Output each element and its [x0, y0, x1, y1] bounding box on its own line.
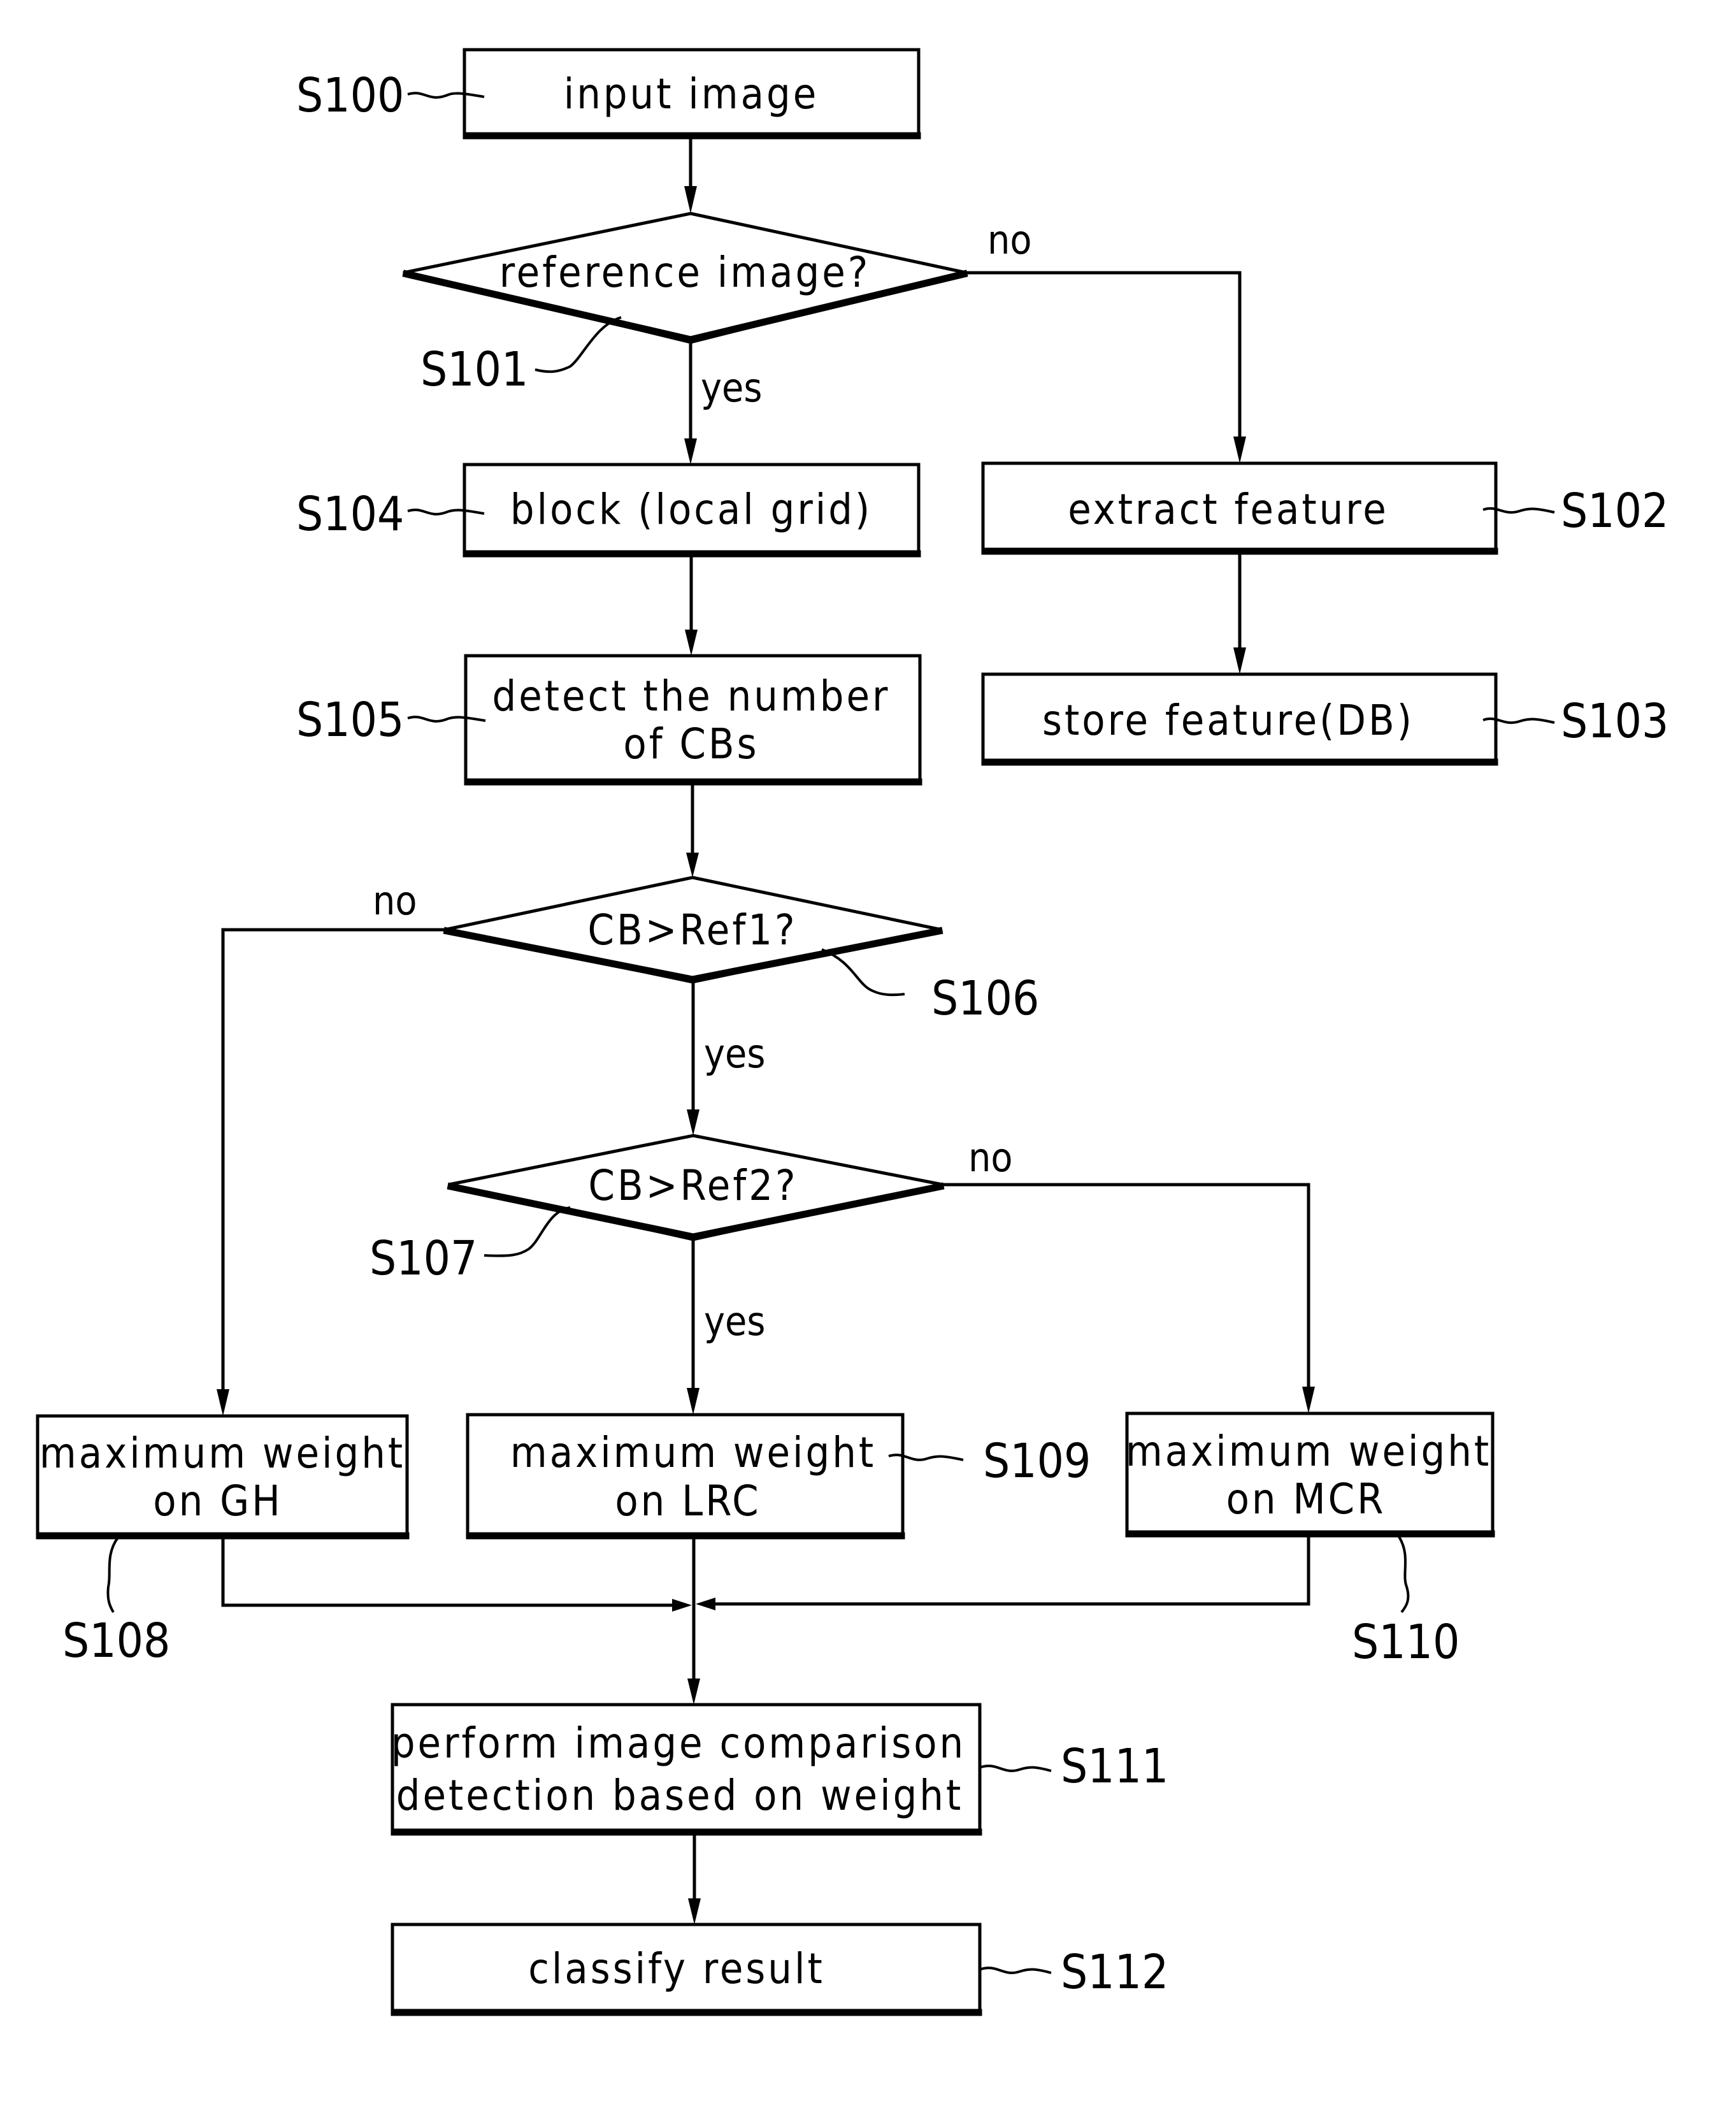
step-text: CB>Ref1?	[588, 906, 798, 955]
step-id-label: S107	[369, 1231, 477, 1286]
arrowhead	[685, 630, 698, 656]
step-s109: maximum weight on LRC S109	[466, 1413, 1091, 1540]
step-id-label: S102	[1561, 484, 1668, 538]
step-s106: CB>Ref1? S106	[443, 876, 1039, 1026]
step-id-label: S105	[296, 693, 404, 747]
step-text: classify result	[528, 1944, 824, 1993]
step-text-line-1: perform image comparison	[391, 1719, 966, 1768]
step-text: CB>Ref2?	[589, 1161, 798, 1210]
leader-line	[106, 1536, 119, 1614]
edge-label-s106-yes: yes	[704, 1030, 765, 1077]
step-id-label: S111	[1061, 1739, 1168, 1794]
step-id-label: S101	[420, 342, 528, 397]
step-text-line-2: of CBs	[623, 719, 759, 769]
edge-label-s107-no: no	[968, 1134, 1012, 1181]
arrowhead	[1233, 437, 1246, 463]
edge-label-s101-no: no	[987, 217, 1031, 263]
edge-label-s107-yes: yes	[704, 1298, 765, 1345]
arrowhead	[1302, 1387, 1315, 1413]
step-s112: classify result S112	[391, 1923, 1168, 2016]
step-s104: block (local grid) S104	[296, 463, 921, 558]
step-text-line-1: detect the number	[492, 672, 891, 721]
step-text: reference image?	[499, 248, 871, 297]
step-id-label: S106	[931, 971, 1039, 1026]
step-text-line-2: on GH	[153, 1476, 283, 1526]
edge-label-s101-yes: yes	[701, 365, 762, 411]
step-text: input image	[564, 69, 819, 119]
leader-line	[484, 1206, 571, 1257]
arrowhead	[687, 1109, 699, 1136]
step-id-label: S103	[1561, 694, 1668, 749]
arrowhead	[1233, 647, 1246, 674]
step-s111: perform image comparison detection based…	[391, 1703, 1168, 1836]
step-s101: reference image? S101	[402, 212, 968, 397]
step-id-label: S109	[983, 1434, 1091, 1489]
arrowhead	[687, 1388, 699, 1415]
connectors	[217, 138, 1315, 1924]
step-text-line-2: on MCR	[1226, 1475, 1386, 1524]
leader-line	[821, 948, 905, 997]
leader-line	[980, 1967, 1052, 1974]
step-s103: store feature(DB) S103	[981, 672, 1668, 766]
step-s105: detect the number of CBs S105	[296, 654, 922, 786]
leader-line	[1397, 1534, 1410, 1614]
arrowhead	[217, 1389, 229, 1416]
edge-s101-s102	[966, 271, 1242, 440]
arrowhead	[686, 853, 699, 877]
arrowhead	[684, 186, 697, 213]
edge-label-s106-no: no	[373, 877, 417, 924]
step-text-line-2: detection based on weight	[396, 1771, 963, 1820]
step-text: store feature(DB)	[1042, 696, 1414, 745]
edge-s107-s110	[943, 1183, 1310, 1390]
step-s102: extract feature S102	[981, 461, 1668, 555]
step-s100: input image S100	[296, 48, 921, 140]
step-text: block (local grid)	[510, 485, 872, 534]
step-text-line-2: on LRC	[615, 1476, 761, 1526]
edge-s110-merge	[712, 1536, 1310, 1606]
arrowhead	[688, 1898, 701, 1924]
edge-s106-s108	[221, 928, 445, 1392]
step-text: extract feature	[1068, 485, 1389, 534]
step-id-label: S110	[1352, 1615, 1460, 1670]
step-s107: CB>Ref2? S107	[369, 1134, 945, 1286]
edge-s108-merge	[221, 1538, 675, 1607]
step-id-label: S112	[1061, 1945, 1168, 2000]
arrowhead	[672, 1599, 692, 1612]
arrowhead	[696, 1598, 715, 1610]
arrowhead	[684, 438, 697, 465]
leader-line	[980, 1765, 1052, 1772]
step-text-line-1: maximum weight	[1126, 1427, 1491, 1476]
step-id-label: S104	[296, 487, 404, 542]
step-id-label: S100	[296, 68, 404, 123]
flowchart: no yes no yes no yes input image S100 re…	[36, 48, 1668, 2016]
step-id-label: S108	[62, 1614, 170, 1668]
leader-line	[534, 316, 622, 373]
step-text-line-1: maximum weight	[39, 1429, 405, 1478]
step-text-line-1: maximum weight	[510, 1428, 876, 1477]
arrowhead	[687, 1679, 700, 1705]
